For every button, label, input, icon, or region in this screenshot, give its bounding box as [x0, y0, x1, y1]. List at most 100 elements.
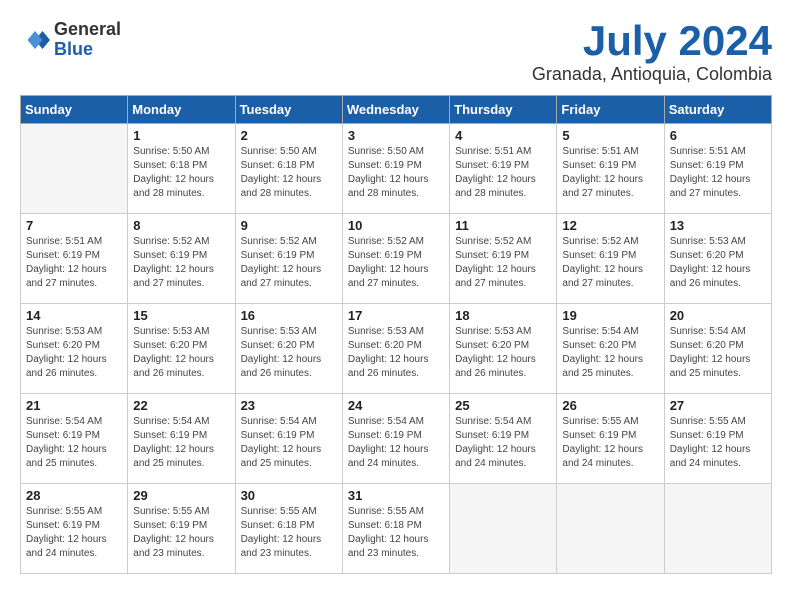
day-info: Sunrise: 5:54 AM Sunset: 6:19 PM Dayligh… — [26, 415, 122, 471]
day-info: Sunrise: 5:55 AM Sunset: 6:18 PM Dayligh… — [241, 505, 337, 561]
calendar-cell: 22Sunrise: 5:54 AM Sunset: 6:19 PM Dayli… — [128, 394, 235, 484]
location: Granada, Antioquia, Colombia — [532, 64, 772, 85]
day-info: Sunrise: 5:55 AM Sunset: 6:18 PM Dayligh… — [348, 505, 444, 561]
weekday-header-tuesday: Tuesday — [235, 96, 342, 124]
calendar-cell: 24 Sunrise: 5:54 AM Sunset: 6:19 PM Dayli… — [342, 394, 449, 484]
week-row-4: 21 Sunrise: 5:54 AM Sunset: 6:19 PM Dayli… — [21, 394, 772, 484]
calendar-cell: 9 Sunrise: 5:52 AM Sunset: 6:19 PM Daylig… — [235, 214, 342, 304]
day-number: 21 — [26, 398, 122, 413]
calendar-cell: 16 Sunrise: 5:53 AM Sunset: 6:20 PM Dayli… — [235, 304, 342, 394]
calendar-cell: 13 Sunrise: 5:53 AM Sunset: 6:20 PM Dayli… — [664, 214, 771, 304]
day-info: Sunrise: 5:53 AM Sunset: 6:20 PM Dayligh… — [26, 325, 122, 381]
calendar-cell: 20 Sunrise: 5:54 AM Sunset: 6:20 PM Dayli… — [664, 304, 771, 394]
day-number: 16 — [241, 308, 337, 323]
day-info: Sunrise: 5:55 AM Sunset: 6:19 PM Dayligh… — [26, 505, 122, 561]
calendar-cell: 1 Sunrise: 5:50 AM Sunset: 6:18 PM Daylig… — [128, 124, 235, 214]
day-info: Sunrise: 5:53 AM Sunset: 6:20 PM Dayligh… — [241, 325, 337, 381]
day-number: 27 — [670, 398, 766, 413]
day-number: 14 — [26, 308, 122, 323]
page-header: General Blue July 2024 Granada, Antioqui… — [20, 20, 772, 85]
week-row-2: 7 Sunrise: 5:51 AM Sunset: 6:19 PM Daylig… — [21, 214, 772, 304]
calendar-cell: 17 Sunrise: 5:53 AM Sunset: 6:20 PM Dayli… — [342, 304, 449, 394]
month-title: July 2024 — [532, 20, 772, 62]
day-info: Sunrise: 5:54 AM Sunset: 6:19 PM Dayligh… — [133, 415, 229, 471]
day-info: Sunrise: 5:53 AM Sunset: 6:20 PM Dayligh… — [670, 235, 766, 291]
day-number: 12 — [562, 218, 658, 233]
day-info: Sunrise: 5:51 AM Sunset: 6:19 PM Dayligh… — [455, 145, 551, 201]
week-row-5: 28Sunrise: 5:55 AM Sunset: 6:19 PM Dayli… — [21, 484, 772, 574]
day-info: Sunrise: 5:53 AM Sunset: 6:20 PM Dayligh… — [455, 325, 551, 381]
calendar-cell: 23Sunrise: 5:54 AM Sunset: 6:19 PM Dayli… — [235, 394, 342, 484]
day-number: 8 — [133, 218, 229, 233]
weekday-header-friday: Friday — [557, 96, 664, 124]
weekday-header-sunday: Sunday — [21, 96, 128, 124]
weekday-header-row: SundayMondayTuesdayWednesdayThursdayFrid… — [21, 96, 772, 124]
calendar-cell — [557, 484, 664, 574]
calendar-cell: 25Sunrise: 5:54 AM Sunset: 6:19 PM Dayli… — [450, 394, 557, 484]
calendar-cell — [21, 124, 128, 214]
calendar-table: SundayMondayTuesdayWednesdayThursdayFrid… — [20, 95, 772, 574]
logo-general: General — [54, 20, 121, 40]
calendar-cell: 8 Sunrise: 5:52 AM Sunset: 6:19 PM Daylig… — [128, 214, 235, 304]
day-info: Sunrise: 5:52 AM Sunset: 6:19 PM Dayligh… — [562, 235, 658, 291]
day-info: Sunrise: 5:50 AM Sunset: 6:18 PM Dayligh… — [133, 145, 229, 201]
week-row-1: 1 Sunrise: 5:50 AM Sunset: 6:18 PM Daylig… — [21, 124, 772, 214]
day-info: Sunrise: 5:54 AM Sunset: 6:20 PM Dayligh… — [562, 325, 658, 381]
day-info: Sunrise: 5:50 AM Sunset: 6:19 PM Dayligh… — [348, 145, 444, 201]
day-info: Sunrise: 5:52 AM Sunset: 6:19 PM Dayligh… — [241, 235, 337, 291]
day-number: 24 — [348, 398, 444, 413]
calendar-cell: 11 Sunrise: 5:52 AM Sunset: 6:19 PM Dayli… — [450, 214, 557, 304]
day-number: 3 — [348, 128, 444, 143]
day-info: Sunrise: 5:51 AM Sunset: 6:19 PM Dayligh… — [562, 145, 658, 201]
day-number: 10 — [348, 218, 444, 233]
day-number: 31 — [348, 488, 444, 503]
calendar-cell: 7 Sunrise: 5:51 AM Sunset: 6:19 PM Daylig… — [21, 214, 128, 304]
weekday-header-thursday: Thursday — [450, 96, 557, 124]
calendar-cell: 12 Sunrise: 5:52 AM Sunset: 6:19 PM Dayli… — [557, 214, 664, 304]
day-info: Sunrise: 5:52 AM Sunset: 6:19 PM Dayligh… — [455, 235, 551, 291]
calendar-cell: 5 Sunrise: 5:51 AM Sunset: 6:19 PM Daylig… — [557, 124, 664, 214]
day-number: 17 — [348, 308, 444, 323]
title-area: July 2024 Granada, Antioquia, Colombia — [532, 20, 772, 85]
day-info: Sunrise: 5:54 AM Sunset: 6:20 PM Dayligh… — [670, 325, 766, 381]
day-number: 15 — [133, 308, 229, 323]
day-number: 18 — [455, 308, 551, 323]
day-number: 25 — [455, 398, 551, 413]
day-number: 23 — [241, 398, 337, 413]
day-number: 5 — [562, 128, 658, 143]
day-number: 13 — [670, 218, 766, 233]
day-number: 1 — [133, 128, 229, 143]
day-info: Sunrise: 5:52 AM Sunset: 6:19 PM Dayligh… — [348, 235, 444, 291]
day-number: 20 — [670, 308, 766, 323]
calendar-cell — [664, 484, 771, 574]
calendar-cell: 10 Sunrise: 5:52 AM Sunset: 6:19 PM Dayli… — [342, 214, 449, 304]
day-info: Sunrise: 5:53 AM Sunset: 6:20 PM Dayligh… — [348, 325, 444, 381]
day-info: Sunrise: 5:50 AM Sunset: 6:18 PM Dayligh… — [241, 145, 337, 201]
day-info: Sunrise: 5:54 AM Sunset: 6:19 PM Dayligh… — [348, 415, 444, 471]
day-number: 11 — [455, 218, 551, 233]
calendar-cell: 15 Sunrise: 5:53 AM Sunset: 6:20 PM Dayli… — [128, 304, 235, 394]
weekday-header-wednesday: Wednesday — [342, 96, 449, 124]
day-number: 26 — [562, 398, 658, 413]
day-number: 29 — [133, 488, 229, 503]
day-info: Sunrise: 5:53 AM Sunset: 6:20 PM Dayligh… — [133, 325, 229, 381]
day-info: Sunrise: 5:52 AM Sunset: 6:19 PM Dayligh… — [133, 235, 229, 291]
day-info: Sunrise: 5:55 AM Sunset: 6:19 PM Dayligh… — [133, 505, 229, 561]
calendar-cell: 6Sunrise: 5:51 AM Sunset: 6:19 PM Daylig… — [664, 124, 771, 214]
logo-icon — [20, 25, 50, 55]
day-info: Sunrise: 5:55 AM Sunset: 6:19 PM Dayligh… — [670, 415, 766, 471]
logo: General Blue — [20, 20, 121, 60]
calendar-cell: 27 Sunrise: 5:55 AM Sunset: 6:19 PM Dayli… — [664, 394, 771, 484]
calendar-cell: 19Sunrise: 5:54 AM Sunset: 6:20 PM Dayli… — [557, 304, 664, 394]
calendar-cell: 29 Sunrise: 5:55 AM Sunset: 6:19 PM Dayli… — [128, 484, 235, 574]
day-number: 9 — [241, 218, 337, 233]
day-info: Sunrise: 5:55 AM Sunset: 6:19 PM Dayligh… — [562, 415, 658, 471]
day-number: 6 — [670, 128, 766, 143]
day-info: Sunrise: 5:51 AM Sunset: 6:19 PM Dayligh… — [26, 235, 122, 291]
day-number: 7 — [26, 218, 122, 233]
day-number: 30 — [241, 488, 337, 503]
weekday-header-saturday: Saturday — [664, 96, 771, 124]
calendar-cell: 21 Sunrise: 5:54 AM Sunset: 6:19 PM Dayli… — [21, 394, 128, 484]
logo-blue-text: Blue — [54, 40, 121, 60]
calendar-cell: 4Sunrise: 5:51 AM Sunset: 6:19 PM Daylig… — [450, 124, 557, 214]
